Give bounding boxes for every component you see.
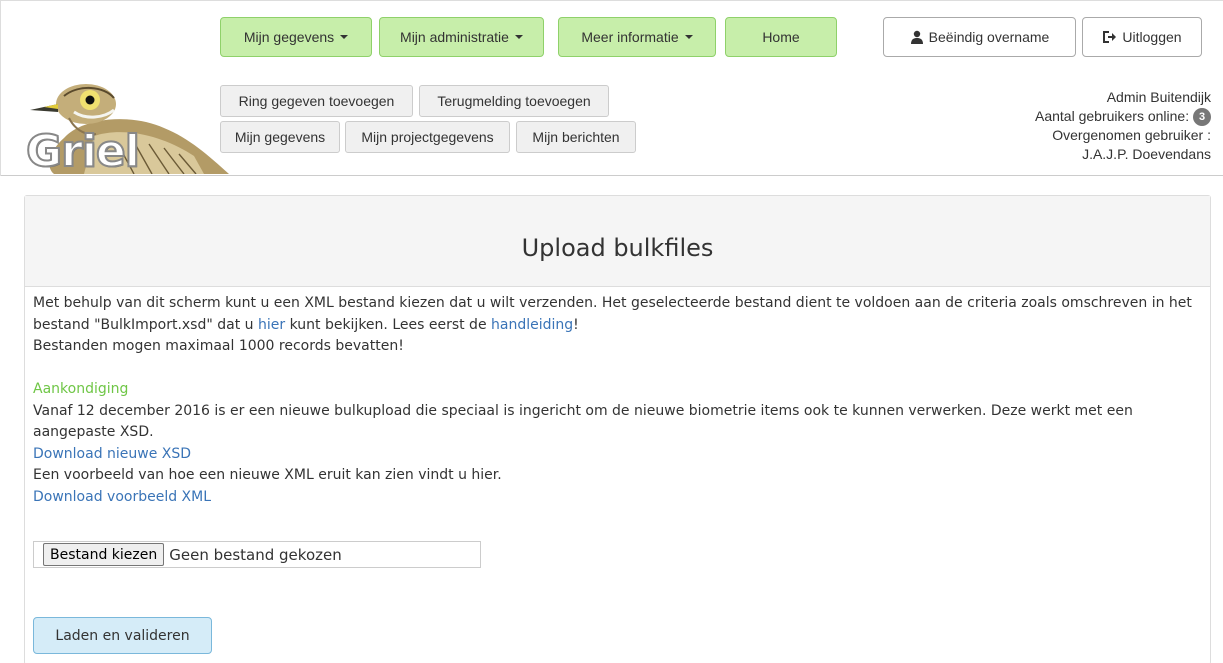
file-input[interactable]: Bestand kiezen Geen bestand gekozen: [33, 541, 481, 568]
beeindig-overname-button[interactable]: Beëindig overname: [883, 17, 1076, 57]
max-records-text: Bestanden mogen maximaal 1000 records be…: [33, 338, 404, 354]
quick-mijn-gegevens-button[interactable]: Mijn gegevens: [220, 121, 340, 153]
handleiding-link[interactable]: handleiding: [491, 317, 573, 333]
hier-link[interactable]: hier: [258, 317, 285, 333]
panel-heading: Upload bulkfiles: [25, 196, 1210, 287]
nav-mijn-administratie-label: Mijn administratie: [400, 29, 509, 45]
log-out-icon: [1103, 31, 1117, 43]
user-info: Admin Buitendijk Aantal gebruikers onlin…: [1035, 88, 1211, 164]
terugmelding-toevoegen-button[interactable]: Terugmelding toevoegen: [419, 85, 609, 117]
terugmelding-toevoegen-label: Terugmelding toevoegen: [437, 93, 591, 109]
download-xml-link[interactable]: Download voorbeeld XML: [33, 487, 1202, 509]
caret-down-icon: [514, 35, 523, 39]
panel-body: Met behulp van dit scherm kunt u een XML…: [25, 287, 1210, 514]
mijn-projectgegevens-button[interactable]: Mijn projectgegevens: [345, 121, 510, 153]
user-name: Admin Buitendijk: [1106, 89, 1211, 105]
ring-gegeven-toevoegen-button[interactable]: Ring gegeven toevoegen: [220, 85, 413, 117]
intro-text: Met behulp van dit scherm kunt u een XML…: [33, 293, 1202, 336]
ring-gegeven-toevoegen-label: Ring gegeven toevoegen: [238, 93, 395, 109]
upload-panel: Upload bulkfiles Met behulp van dit sche…: [24, 195, 1211, 663]
users-online: Aantal gebruikers online: 3: [1035, 107, 1211, 127]
quick-mijn-gegevens-label: Mijn gegevens: [234, 129, 326, 145]
mijn-berichten-button[interactable]: Mijn berichten: [516, 121, 636, 153]
nav-meer-informatie-label: Meer informatie: [581, 29, 679, 45]
laden-en-valideren-label: Laden en valideren: [55, 627, 190, 644]
mijn-projectgegevens-label: Mijn projectgegevens: [361, 129, 494, 145]
nav-mijn-administratie-dropdown[interactable]: Mijn administratie: [379, 17, 544, 57]
choose-file-button[interactable]: Bestand kiezen: [43, 543, 165, 566]
griel-logo: Griel: [24, 76, 230, 178]
user-icon: [910, 30, 923, 44]
intro-text-part: kunt bekijken. Lees eerst de: [285, 316, 492, 333]
intro-text-part: Met behulp van dit scherm kunt u een XML…: [33, 295, 1192, 333]
uitloggen-button[interactable]: Uitloggen: [1082, 17, 1202, 57]
caret-down-icon: [340, 35, 349, 39]
nav-home-button[interactable]: Home: [725, 17, 837, 57]
header-left-border: [0, 0, 1, 176]
download-xsd-link[interactable]: Download nieuwe XSD: [33, 444, 1202, 466]
users-online-badge: 3: [1193, 108, 1211, 127]
page-title: Upload bulkfiles: [521, 234, 714, 262]
uitloggen-label: Uitloggen: [1122, 29, 1182, 45]
nav-mijn-gegevens-dropdown[interactable]: Mijn gegevens: [220, 17, 372, 57]
nav-meer-informatie-dropdown[interactable]: Meer informatie: [558, 17, 716, 57]
mijn-berichten-label: Mijn berichten: [532, 129, 620, 145]
announcement-text: Vanaf 12 december 2016 is er een nieuwe …: [33, 402, 1133, 441]
choose-file-label: Bestand kiezen: [50, 546, 158, 563]
example-text: Een voorbeeld van hoe een nieuwe XML eru…: [33, 467, 502, 483]
nav-home-label: Home: [762, 29, 800, 45]
overgenomen-name: J.A.J.P. Doevendans: [1082, 146, 1211, 163]
announcement-title: Aankondiging: [33, 381, 129, 397]
beeindig-overname-label: Beëindig overname: [928, 29, 1050, 45]
intro-text-part: !: [573, 316, 579, 333]
logo-text: Griel: [25, 125, 141, 178]
header-top-border: [0, 0, 1223, 1]
users-online-label: Aantal gebruikers online:: [1035, 108, 1190, 124]
overgenomen-label: Overgenomen gebruiker :: [1052, 127, 1211, 144]
laden-en-valideren-button[interactable]: Laden en valideren: [33, 617, 212, 654]
file-status: Geen bestand gekozen: [169, 545, 342, 564]
nav-mijn-gegevens-label: Mijn gegevens: [243, 29, 335, 45]
caret-down-icon: [684, 35, 693, 39]
